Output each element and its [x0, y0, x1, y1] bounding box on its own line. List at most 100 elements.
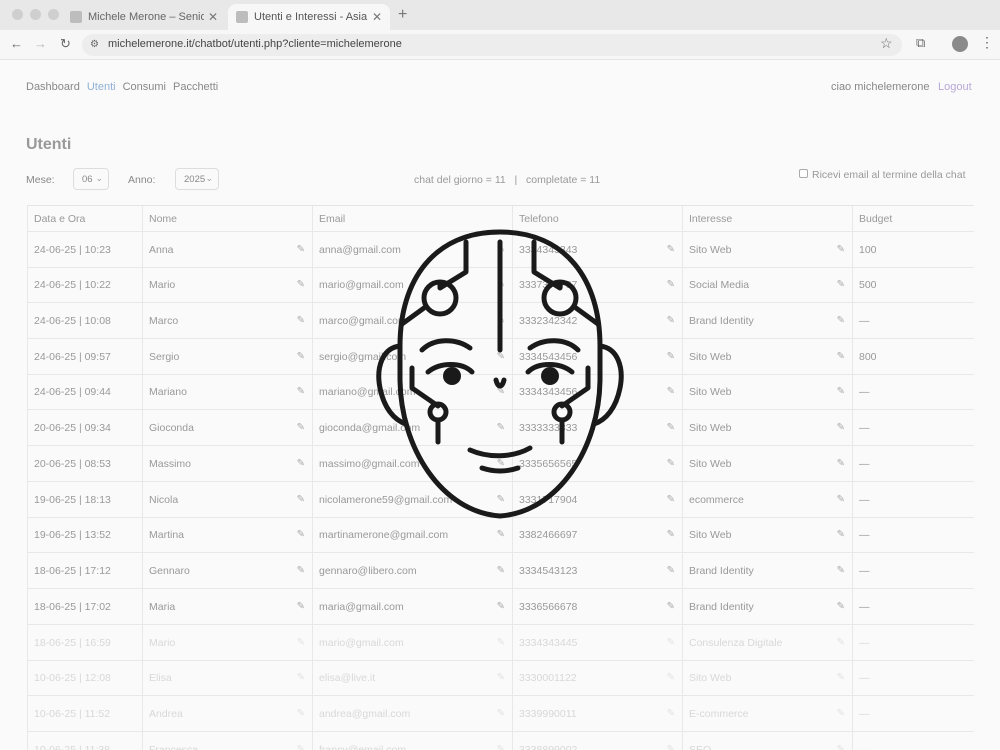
new-tab-icon[interactable]: + — [398, 6, 407, 24]
edit-icon[interactable]: ✎ — [297, 315, 305, 326]
edit-icon[interactable]: ✎ — [667, 386, 675, 397]
back-arrow-icon[interactable]: ← — [10, 36, 23, 51]
browser-tab-active[interactable]: Utenti e Interessi - Asia ✕ — [228, 4, 390, 30]
interest-cell-text: Sito Web — [689, 386, 732, 398]
edit-icon[interactable]: ✎ — [297, 386, 305, 397]
address-bar[interactable]: ⚙ michelemerone.it/chatbot/utenti.php?cl… — [82, 34, 902, 56]
edit-icon[interactable]: ✎ — [837, 244, 845, 255]
nav-dashboard[interactable]: Dashboard — [26, 81, 80, 93]
browser-toolbar: ← → ↻ ⚙ michelemerone.it/chatbot/utenti.… — [0, 30, 1000, 60]
date-cell-text: 18-06-25 | 16:59 — [34, 636, 111, 649]
edit-icon[interactable]: ✎ — [297, 565, 305, 576]
edit-icon[interactable]: ✎ — [837, 386, 845, 397]
nav-utenti[interactable]: Utenti — [87, 81, 116, 93]
edit-icon[interactable]: ✎ — [667, 672, 675, 683]
site-info-icon[interactable]: ⚙ — [90, 39, 99, 50]
budget-cell-text: — — [859, 386, 870, 398]
name-cell-text: Mario — [149, 636, 176, 649]
edit-icon[interactable]: ✎ — [667, 529, 675, 540]
edit-icon[interactable]: ✎ — [497, 672, 505, 683]
edit-icon[interactable]: ✎ — [667, 708, 675, 719]
edit-icon[interactable]: ✎ — [297, 244, 305, 255]
edit-icon[interactable]: ✎ — [837, 637, 845, 648]
edit-icon[interactable]: ✎ — [667, 458, 675, 469]
interest-cell-text: Sito Web — [689, 529, 732, 541]
name-cell: Maria ✎ — [142, 589, 312, 624]
edit-icon[interactable]: ✎ — [837, 744, 845, 750]
edit-icon[interactable]: ✎ — [837, 351, 845, 362]
browser-menu-icon[interactable]: ⋮ — [980, 34, 994, 51]
edit-icon[interactable]: ✎ — [497, 565, 505, 576]
edit-icon[interactable]: ✎ — [297, 279, 305, 290]
edit-icon[interactable]: ✎ — [497, 529, 505, 540]
edit-icon[interactable]: ✎ — [297, 422, 305, 433]
edit-icon[interactable]: ✎ — [297, 708, 305, 719]
edit-icon[interactable]: ✎ — [837, 494, 845, 505]
edit-icon[interactable]: ✎ — [297, 351, 305, 362]
edit-icon[interactable]: ✎ — [667, 244, 675, 255]
edit-icon[interactable]: ✎ — [837, 458, 845, 469]
edit-icon[interactable]: ✎ — [297, 637, 305, 648]
reload-icon[interactable]: ↻ — [60, 36, 71, 52]
forward-arrow-icon[interactable]: → — [34, 36, 47, 51]
month-select[interactable]: 06 ⌄ — [73, 168, 109, 190]
close-tab-icon[interactable]: ✕ — [208, 10, 218, 24]
edit-icon[interactable]: ✎ — [667, 351, 675, 362]
edit-icon[interactable]: ✎ — [837, 422, 845, 433]
extensions-icon[interactable]: ⧉ — [916, 35, 925, 51]
name-cell-text: Nicola — [149, 493, 179, 506]
interest-cell: Sito Web ✎ — [682, 446, 852, 481]
name-cell: Mario ✎ — [142, 625, 312, 660]
edit-icon[interactable]: ✎ — [667, 315, 675, 326]
budget-cell: — — [852, 410, 974, 445]
email-cell-text: mario@gmail.com — [319, 636, 404, 649]
minimize-window-button[interactable] — [30, 9, 41, 20]
edit-icon[interactable]: ✎ — [837, 315, 845, 326]
date-cell-text: 20-06-25 | 09:34 — [34, 421, 111, 434]
edit-icon[interactable]: ✎ — [297, 744, 305, 750]
interest-cell-text: Sito Web — [689, 672, 732, 684]
close-window-button[interactable] — [12, 9, 23, 20]
name-cell: Massimo ✎ — [142, 446, 312, 481]
edit-icon[interactable]: ✎ — [297, 672, 305, 683]
name-cell-text: Anna — [149, 243, 174, 256]
edit-icon[interactable]: ✎ — [497, 637, 505, 648]
budget-cell-text: — — [859, 564, 870, 577]
nav-pacchetti[interactable]: Pacchetti — [173, 81, 218, 93]
edit-icon[interactable]: ✎ — [297, 494, 305, 505]
page-title: Utenti — [26, 136, 72, 153]
year-select[interactable]: 2025 ⌄ — [175, 168, 219, 190]
edit-icon[interactable]: ✎ — [497, 601, 505, 612]
edit-icon[interactable]: ✎ — [837, 279, 845, 290]
edit-icon[interactable]: ✎ — [667, 422, 675, 433]
maximize-window-button[interactable] — [48, 9, 59, 20]
edit-icon[interactable]: ✎ — [667, 565, 675, 576]
profile-avatar[interactable] — [952, 36, 968, 52]
edit-icon[interactable]: ✎ — [837, 601, 845, 612]
edit-icon[interactable]: ✎ — [297, 529, 305, 540]
table-row: 10-06-25 | 11:52 Andrea ✎ andrea@gmail.com ✎… — [27, 696, 974, 732]
edit-icon[interactable]: ✎ — [297, 601, 305, 612]
edit-icon[interactable]: ✎ — [667, 601, 675, 612]
edit-icon[interactable]: ✎ — [497, 744, 505, 750]
edit-icon[interactable]: ✎ — [497, 708, 505, 719]
edit-icon[interactable]: ✎ — [837, 708, 845, 719]
close-tab-icon[interactable]: ✕ — [372, 10, 382, 24]
edit-icon[interactable]: ✎ — [837, 529, 845, 540]
nav-consumi[interactable]: Consumi — [123, 81, 166, 93]
edit-icon[interactable]: ✎ — [667, 494, 675, 505]
edit-icon[interactable]: ✎ — [667, 637, 675, 648]
logout-link[interactable]: Logout — [938, 81, 972, 93]
edit-icon[interactable]: ✎ — [297, 458, 305, 469]
bookmark-star-icon[interactable]: ☆ — [880, 35, 893, 52]
edit-icon[interactable]: ✎ — [837, 672, 845, 683]
browser-tab[interactable]: Michele Merone – Senior Gra ✕ — [62, 4, 226, 30]
edit-icon[interactable]: ✎ — [837, 565, 845, 576]
interest-cell: Sito Web ✎ — [682, 339, 852, 374]
phone-cell: 3382466697 ✎ — [512, 518, 682, 552]
edit-icon[interactable]: ✎ — [667, 744, 675, 750]
email-checkbox[interactable] — [799, 169, 808, 178]
edit-icon[interactable]: ✎ — [667, 279, 675, 290]
browser-tab-strip: Michele Merone – Senior Gra ✕ Utenti e I… — [0, 0, 1000, 30]
name-cell: Anna ✎ — [142, 232, 312, 267]
